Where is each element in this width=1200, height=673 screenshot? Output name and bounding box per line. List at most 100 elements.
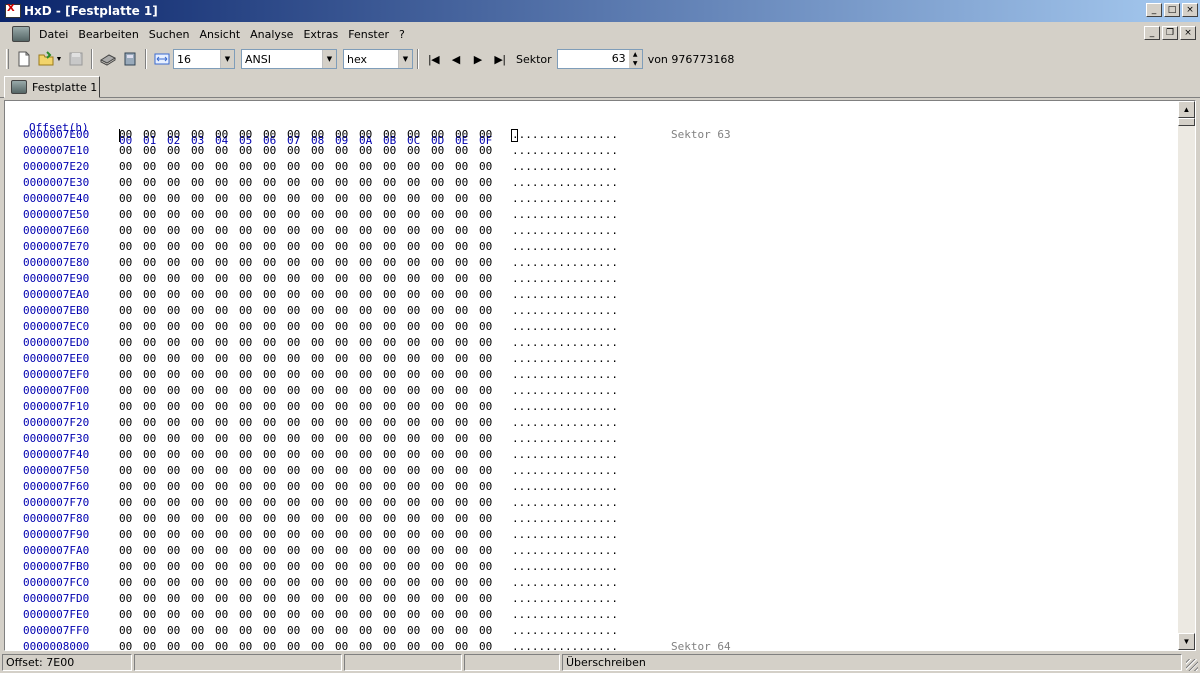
tab-festplatte-1[interactable]: Festplatte 1 bbox=[4, 76, 100, 98]
hex-byte[interactable]: 00 bbox=[335, 640, 348, 650]
hex-byte[interactable]: 00 bbox=[383, 624, 396, 637]
hex-byte[interactable]: 00 bbox=[431, 512, 444, 525]
hex-byte[interactable]: 00 bbox=[311, 368, 324, 381]
hex-byte[interactable]: 00 bbox=[479, 272, 492, 285]
hex-byte[interactable]: 00 bbox=[311, 432, 324, 445]
hex-byte[interactable]: 00 bbox=[167, 448, 180, 461]
hex-byte[interactable]: 00 bbox=[455, 384, 468, 397]
hex-byte[interactable]: 00 bbox=[215, 624, 228, 637]
hex-byte[interactable]: 00 bbox=[287, 432, 300, 445]
menu-analyse[interactable]: Analyse bbox=[245, 28, 298, 41]
hex-byte[interactable]: 00 bbox=[335, 272, 348, 285]
hex-byte[interactable]: 00 bbox=[407, 288, 420, 301]
hex-byte[interactable]: 00 bbox=[191, 128, 204, 141]
hex-byte[interactable]: 00 bbox=[455, 336, 468, 349]
hex-byte[interactable]: 00 bbox=[455, 368, 468, 381]
hex-byte[interactable]: 00 bbox=[167, 304, 180, 317]
charset-select[interactable]: ANSI ▼ bbox=[241, 49, 337, 69]
hex-byte[interactable]: 00 bbox=[143, 192, 156, 205]
hex-byte[interactable]: 00 bbox=[263, 480, 276, 493]
ascii-text[interactable]: ................ bbox=[512, 432, 618, 445]
hex-byte[interactable]: 00 bbox=[407, 224, 420, 237]
hex-byte[interactable]: 00 bbox=[239, 128, 252, 141]
hex-byte[interactable]: 00 bbox=[191, 480, 204, 493]
hex-byte[interactable]: 00 bbox=[287, 624, 300, 637]
hex-byte[interactable]: 00 bbox=[239, 272, 252, 285]
hex-byte[interactable]: 00 bbox=[263, 208, 276, 221]
hex-byte[interactable]: 00 bbox=[407, 464, 420, 477]
hex-byte[interactable]: 00 bbox=[455, 480, 468, 493]
hex-byte[interactable]: 00 bbox=[359, 352, 372, 365]
hex-byte[interactable]: 00 bbox=[311, 256, 324, 269]
hex-byte[interactable]: 00 bbox=[239, 176, 252, 189]
hex-byte[interactable]: 00 bbox=[431, 416, 444, 429]
ascii-text[interactable]: ................ bbox=[512, 352, 618, 365]
hex-byte[interactable]: 00 bbox=[383, 160, 396, 173]
hex-byte[interactable]: 00 bbox=[143, 352, 156, 365]
hex-byte[interactable]: 00 bbox=[239, 192, 252, 205]
hex-byte[interactable]: 00 bbox=[479, 448, 492, 461]
hex-byte[interactable]: 00 bbox=[191, 544, 204, 557]
hex-byte[interactable]: 00 bbox=[119, 304, 132, 317]
hex-byte[interactable]: 00 bbox=[359, 576, 372, 589]
hex-byte[interactable]: 00 bbox=[263, 144, 276, 157]
hex-byte[interactable]: 00 bbox=[143, 320, 156, 333]
next-sector-button[interactable]: ▶ bbox=[467, 49, 489, 69]
hex-byte[interactable]: 00 bbox=[263, 160, 276, 173]
hex-byte[interactable]: 00 bbox=[119, 384, 132, 397]
hex-byte[interactable]: 00 bbox=[335, 432, 348, 445]
hex-byte[interactable]: 00 bbox=[383, 144, 396, 157]
hex-byte[interactable]: 00 bbox=[311, 304, 324, 317]
hex-byte[interactable]: 00 bbox=[455, 144, 468, 157]
document-system-menu-icon[interactable] bbox=[12, 26, 30, 42]
hex-byte[interactable]: 00 bbox=[479, 528, 492, 541]
ascii-text[interactable]: ................ bbox=[512, 400, 618, 413]
hex-byte[interactable]: 00 bbox=[167, 336, 180, 349]
hex-byte[interactable]: 00 bbox=[335, 480, 348, 493]
hex-byte[interactable]: 00 bbox=[263, 592, 276, 605]
hex-byte[interactable]: 00 bbox=[383, 560, 396, 573]
hex-byte[interactable]: 00 bbox=[263, 464, 276, 477]
hex-byte[interactable]: 00 bbox=[239, 144, 252, 157]
hex-byte[interactable]: 00 bbox=[335, 224, 348, 237]
hex-byte[interactable]: 00 bbox=[143, 240, 156, 253]
hex-byte[interactable]: 00 bbox=[359, 144, 372, 157]
hex-byte[interactable]: 00 bbox=[455, 272, 468, 285]
hex-byte[interactable]: 00 bbox=[191, 624, 204, 637]
hex-byte[interactable]: 00 bbox=[287, 224, 300, 237]
minimize-button[interactable]: _ bbox=[1146, 3, 1162, 17]
hex-byte[interactable]: 00 bbox=[287, 560, 300, 573]
hex-byte[interactable]: 00 bbox=[191, 208, 204, 221]
hex-byte[interactable]: 00 bbox=[335, 368, 348, 381]
hex-byte[interactable]: 00 bbox=[479, 368, 492, 381]
hex-byte[interactable]: 00 bbox=[359, 192, 372, 205]
hex-byte[interactable]: 00 bbox=[479, 176, 492, 189]
hex-byte[interactable]: 00 bbox=[479, 480, 492, 493]
hex-byte[interactable]: 00 bbox=[239, 480, 252, 493]
hex-byte[interactable]: 00 bbox=[335, 496, 348, 509]
hex-byte[interactable]: 00 bbox=[359, 288, 372, 301]
hex-byte[interactable]: 00 bbox=[191, 144, 204, 157]
hex-byte[interactable]: 00 bbox=[455, 544, 468, 557]
hex-byte[interactable]: 00 bbox=[287, 320, 300, 333]
hex-byte[interactable]: 00 bbox=[407, 176, 420, 189]
hex-byte[interactable]: 00 bbox=[263, 240, 276, 253]
hex-byte[interactable]: 00 bbox=[119, 352, 132, 365]
hex-byte[interactable]: 00 bbox=[407, 480, 420, 493]
hex-byte[interactable]: 00 bbox=[263, 560, 276, 573]
hex-byte[interactable]: 00 bbox=[359, 320, 372, 333]
doc-minimize-button[interactable]: _ bbox=[1144, 26, 1160, 40]
menu-help[interactable]: ? bbox=[394, 28, 410, 41]
hex-byte[interactable]: 00 bbox=[383, 432, 396, 445]
hex-byte[interactable]: 00 bbox=[479, 592, 492, 605]
hex-byte[interactable]: 00 bbox=[455, 560, 468, 573]
hex-byte[interactable]: 00 bbox=[383, 288, 396, 301]
hex-byte[interactable]: 00 bbox=[479, 352, 492, 365]
hex-byte[interactable]: 00 bbox=[191, 464, 204, 477]
hex-byte[interactable]: 00 bbox=[119, 480, 132, 493]
hex-byte[interactable]: 00 bbox=[479, 336, 492, 349]
hex-byte[interactable]: 00 bbox=[407, 608, 420, 621]
hex-byte[interactable]: 00 bbox=[143, 288, 156, 301]
hex-byte[interactable]: 00 bbox=[167, 480, 180, 493]
hex-byte[interactable]: 00 bbox=[143, 592, 156, 605]
